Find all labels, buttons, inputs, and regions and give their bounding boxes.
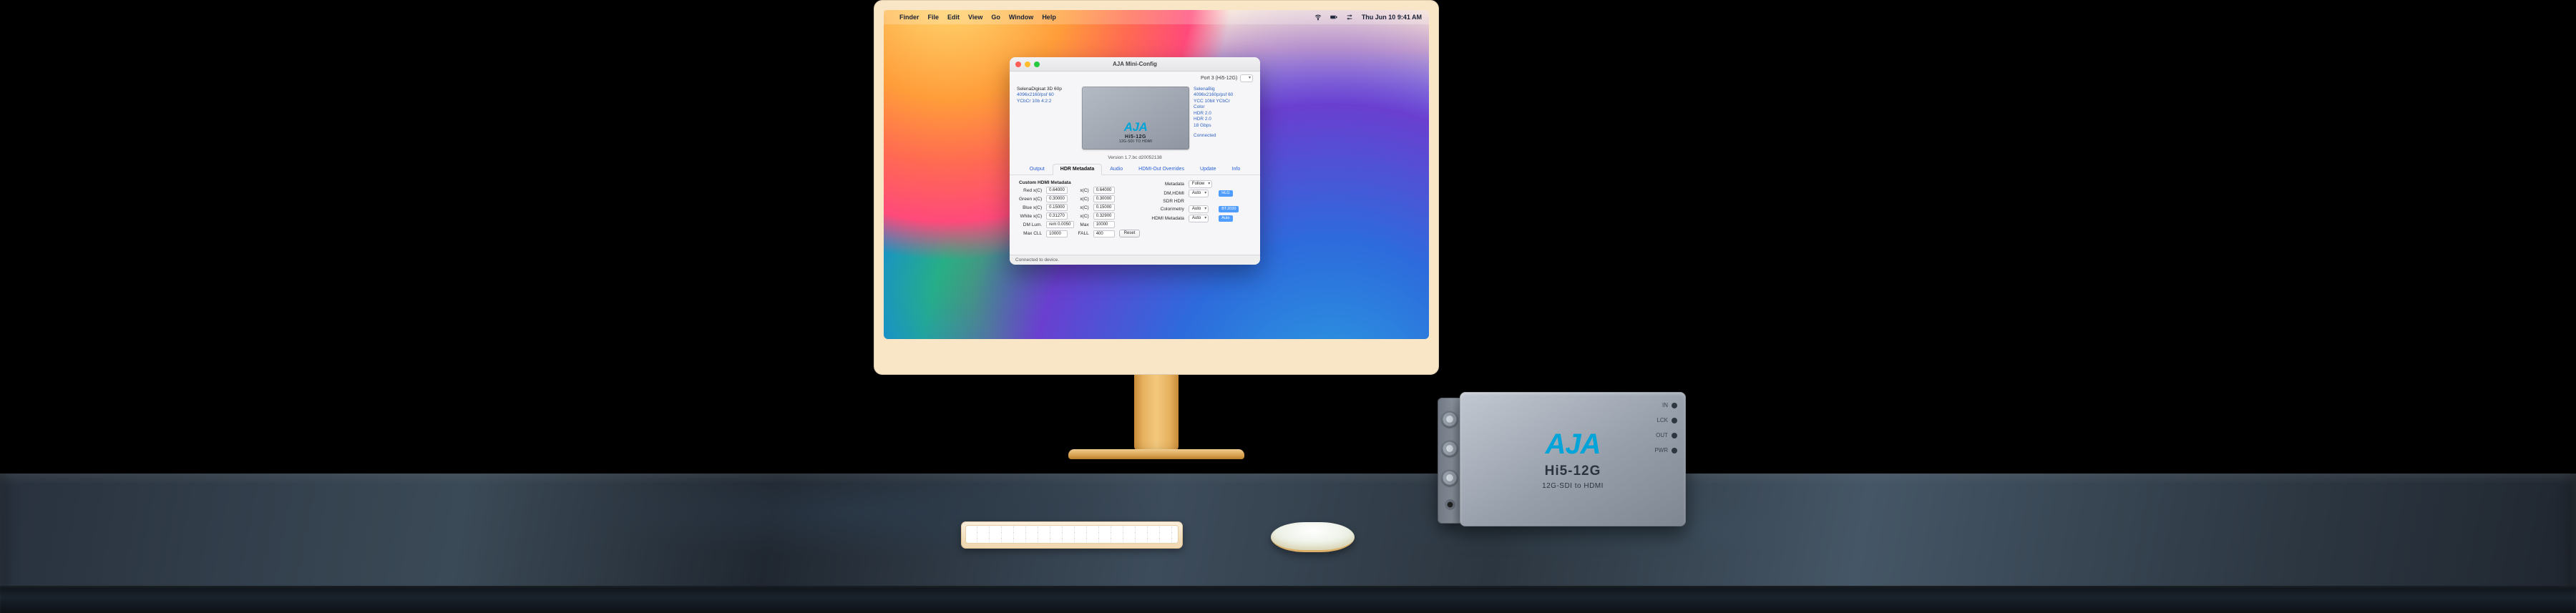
colorimetry-select[interactable]: Auto <box>1189 205 1209 213</box>
white-x-input[interactable]: 0.31270 <box>1046 212 1068 220</box>
led-label: OUT <box>1654 432 1677 438</box>
menubar-item[interactable]: Window <box>1009 14 1033 21</box>
keyboard <box>961 521 1183 549</box>
blue-x-input[interactable]: 0.15000 <box>1046 204 1068 211</box>
imac-screen: Finder File Edit View Go Window Help Thu… <box>884 10 1429 339</box>
table-row: MetadataFollow <box>1149 180 1241 189</box>
table-row: Green x(C)0.30000x(C)0.30000 <box>1017 195 1142 203</box>
metadata-controls-group: MetadataFollow DM,HDMIAutoHLG SDR HDR Co… <box>1149 180 1241 238</box>
traffic-lights <box>1015 62 1040 67</box>
tab-output[interactable]: Output <box>1022 164 1053 175</box>
white-y-input[interactable]: 0.32900 <box>1093 212 1115 220</box>
tab-update[interactable]: Update <box>1192 164 1224 175</box>
converter-connector-panel <box>1438 398 1462 524</box>
device-model: Hi5-12G <box>1125 134 1146 139</box>
menubar-item[interactable]: File <box>928 14 940 21</box>
battery-icon[interactable] <box>1330 14 1337 21</box>
tab-audio[interactable]: Audio <box>1102 164 1131 175</box>
menubar-item[interactable]: Edit <box>947 14 960 21</box>
dm-lum-min-input[interactable]: rem 0.0050 <box>1046 221 1073 228</box>
zoom-icon[interactable] <box>1034 62 1040 67</box>
table-row: Red x(C)0.64000x(C)0.64000 <box>1017 186 1142 195</box>
close-icon[interactable] <box>1015 62 1021 67</box>
table-row: Max CLL10000FALL400Reset <box>1017 229 1142 238</box>
menubar-item[interactable]: Help <box>1042 14 1056 21</box>
menubar-item[interactable]: View <box>968 14 982 21</box>
status-badge: Auto <box>1219 215 1232 222</box>
dm-lum-max-input[interactable]: 10000 <box>1093 221 1115 228</box>
tab-hdr-metadata[interactable]: HDR Metadata <box>1053 164 1102 175</box>
input-format-info: SelenaDigisat 3D 60p 4096x2160/psf 60 YC… <box>1017 87 1078 149</box>
table-row: Blue x(C)0.15000x(C)0.15000 <box>1017 203 1142 212</box>
table-row: DM Lum.rem 0.0050Max10000 <box>1017 220 1142 229</box>
menubar-clock[interactable]: Thu Jun 10 9:41 AM <box>1362 14 1422 21</box>
app-window: AJA Mini-Config Port 3 (Hi5-12G) SelenaD… <box>1010 57 1260 265</box>
menubar-item[interactable]: Go <box>991 14 1000 21</box>
max-fall-input[interactable]: 400 <box>1093 230 1115 237</box>
reset-button[interactable]: Reset <box>1119 230 1141 237</box>
tab-hdmi-overrides[interactable]: HDMI-Out Overrides <box>1131 164 1192 175</box>
tab-bar: Output HDR Metadata Audio HDMI-Out Overr… <box>1010 163 1260 175</box>
version-label: Version 1.7.bc d20052138 <box>1010 155 1260 160</box>
window-title: AJA Mini-Config <box>1113 61 1157 67</box>
led-label: PWR <box>1654 447 1677 453</box>
brand-logo: AJA <box>1124 120 1148 134</box>
blue-y-input[interactable]: 0.15000 <box>1093 204 1115 211</box>
table-row: SDR HDR <box>1149 198 1241 205</box>
metadata-select[interactable]: Follow <box>1189 180 1212 188</box>
window-titlebar[interactable]: AJA Mini-Config <box>1010 57 1260 72</box>
imac-stand <box>1108 375 1205 495</box>
port-selector[interactable] <box>1240 74 1253 82</box>
table-row: ColorimetryAutoBT.2020 <box>1149 205 1241 214</box>
led-label: LCK <box>1654 417 1677 423</box>
control-center-icon[interactable] <box>1346 14 1353 21</box>
mouse <box>1271 522 1355 552</box>
custom-hdmi-metadata-group: Custom HDMI Metadata Red x(C)0.64000x(C)… <box>1017 180 1142 238</box>
led-label: IN <box>1654 402 1677 408</box>
table-row: HDMI MetadataAutoAuto <box>1149 214 1241 223</box>
macos-menubar: Finder File Edit View Go Window Help Thu… <box>884 10 1429 24</box>
output-format-info: SelenaBig 4096x2160p/psf 60 YCC 10bit YC… <box>1194 87 1253 149</box>
device-thumbnail: AJA Hi5-12G 12G-SDI TO HDMI <box>1082 87 1189 149</box>
red-y-input[interactable]: 0.64000 <box>1093 187 1115 194</box>
imac-bezel: Finder File Edit View Go Window Help Thu… <box>874 0 1439 375</box>
hdmi-metadata-select[interactable]: Auto <box>1189 215 1209 222</box>
bnc-connector-icon <box>1442 411 1458 427</box>
led-indicators: IN LCK OUT PWR <box>1654 402 1677 453</box>
minimize-icon[interactable] <box>1025 62 1030 67</box>
connection-status: Connected <box>1194 133 1253 139</box>
device-subtitle: 12G-SDI TO HDMI <box>1119 139 1152 144</box>
bnc-connector-icon <box>1442 470 1458 486</box>
dm-hdmi-select[interactable]: Auto <box>1189 190 1209 197</box>
converter-box: AJA Hi5-12G 12G-SDI to HDMI IN LCK OUT P… <box>1460 392 1686 526</box>
green-x-input[interactable]: 0.30000 <box>1046 195 1068 202</box>
power-connector-icon <box>1445 499 1455 510</box>
port-selector-label: Port 3 (Hi5-12G) <box>1201 76 1237 81</box>
table-row: White x(C)0.31270x(C)0.32900 <box>1017 212 1142 220</box>
tab-info[interactable]: Info <box>1224 164 1249 175</box>
red-x-input[interactable]: 0.64000 <box>1046 187 1068 194</box>
hardware-model: Hi5-12G <box>1545 464 1601 479</box>
hardware-subtitle: 12G-SDI to HDMI <box>1542 482 1604 490</box>
menubar-app-name[interactable]: Finder <box>899 14 919 21</box>
desk-edge <box>0 586 2576 613</box>
imac: Finder File Edit View Go Window Help Thu… <box>874 0 1439 375</box>
window-status-bar: Connected to device. <box>1010 255 1260 265</box>
green-y-input[interactable]: 0.30000 <box>1093 195 1115 202</box>
status-badge: BT.2020 <box>1219 206 1239 212</box>
bnc-connector-icon <box>1442 441 1458 456</box>
status-badge: HLG <box>1219 190 1232 197</box>
brand-logo: AJA <box>1545 428 1600 461</box>
table-row: DM,HDMIAutoHLG <box>1149 189 1241 198</box>
max-cll-input[interactable]: 10000 <box>1046 230 1068 237</box>
wifi-icon[interactable] <box>1314 14 1322 21</box>
